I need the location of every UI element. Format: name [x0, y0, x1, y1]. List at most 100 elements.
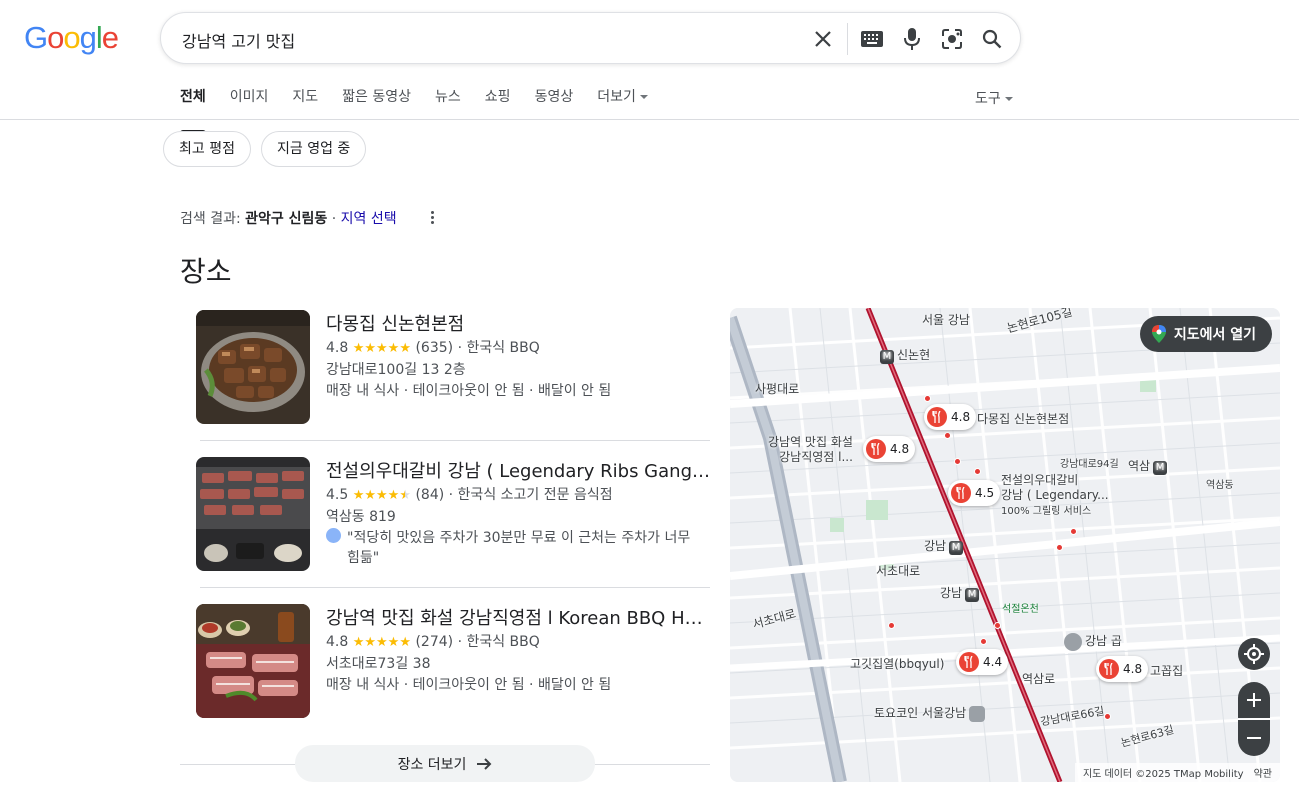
- map-pin-label[interactable]: 다몽집 신논현본점: [977, 410, 1069, 427]
- place-name[interactable]: 전설의우대갈비 강남 ( Legendary Ribs Gangnam ): [326, 457, 712, 483]
- star-rating-icon: ★★★★★: [352, 341, 411, 356]
- chip-open-now[interactable]: 지금 영업 중: [261, 131, 367, 167]
- map-dot[interactable]: [980, 638, 987, 645]
- place-rating: 4.5: [326, 487, 349, 503]
- place-review-snippet: "적당히 맛있음 주차가 30분만 무료 이 근처는 주차가 너무 힘듦": [326, 527, 690, 567]
- place-address: 역삼동 819: [326, 509, 396, 525]
- map-pin-label[interactable]: 고깃집열(bbqyul): [850, 655, 944, 672]
- microphone-icon[interactable]: [900, 27, 924, 51]
- map-view[interactable]: M 신논현 강남 M 강남 M 역삼 M 서울 강남 사평대로 논현로105길 강남대로…: [730, 308, 1280, 782]
- map-label-road: 사평대로: [755, 382, 800, 396]
- more-places-button[interactable]: 장소 더보기: [295, 745, 595, 782]
- search-input[interactable]: 강남역 고기 맛집: [182, 28, 295, 52]
- tab-shopping[interactable]: 쇼핑: [485, 88, 511, 120]
- logo-letter: o: [47, 20, 64, 55]
- map-dot[interactable]: [994, 622, 1001, 629]
- zoom-out-icon[interactable]: [1238, 720, 1270, 756]
- map-label-place[interactable]: 강남 곱: [1064, 632, 1122, 651]
- tab-short-videos[interactable]: 짧은 동영상: [342, 88, 411, 120]
- map-pin-sublabel: 100% 그릴링 서비스: [1001, 506, 1092, 517]
- map-dot[interactable]: [888, 622, 895, 629]
- google-logo[interactable]: Google: [24, 20, 119, 56]
- place-rating-line: 4.8 ★★★★★ (274) · 한국식 BBQ: [326, 631, 540, 651]
- zoom-in-icon[interactable]: [1238, 682, 1270, 718]
- tab-more[interactable]: 더보기: [597, 88, 648, 120]
- map-pin[interactable]: 4.8: [1096, 656, 1149, 682]
- place-rating-line: 4.5 ★★★★★ (84) · 한국식 소고기 전문 음식점: [326, 484, 613, 504]
- logo-letter: o: [63, 20, 80, 55]
- chevron-down-icon: [639, 95, 648, 99]
- places-heading: 장소: [180, 255, 232, 288]
- my-location-icon[interactable]: [1238, 638, 1270, 670]
- map-pin-label[interactable]: 강남역 맛집 화설 강남직영점 l...: [768, 435, 853, 465]
- map-pin[interactable]: 4.4: [956, 649, 1009, 675]
- map-dot[interactable]: [1056, 544, 1063, 551]
- header-divider: [0, 119, 1299, 120]
- map-dot[interactable]: [1104, 713, 1111, 720]
- map-dot[interactable]: [944, 432, 951, 439]
- map-pin[interactable]: 4.5: [948, 480, 1001, 506]
- keyboard-icon[interactable]: [860, 27, 884, 51]
- close-icon[interactable]: [811, 27, 835, 51]
- map-pin[interactable]: 4.8: [863, 436, 916, 462]
- reviewer-avatar-icon: [326, 528, 341, 543]
- place-name[interactable]: 강남역 맛집 화설 강남직영점 l Korean BBQ House: [326, 604, 712, 630]
- place-category: · 한국식 소고기 전문 음식점: [448, 487, 613, 503]
- place-card[interactable]: 다몽집 신논현본점 4.8 ★★★★★ (635) · 한국식 BBQ 강남대로…: [196, 310, 712, 430]
- tab-videos[interactable]: 동영상: [535, 88, 574, 120]
- map-pin-label[interactable]: 고꼽집: [1150, 662, 1183, 679]
- more-places-label: 장소 더보기: [397, 756, 467, 773]
- search-box[interactable]: 강남역 고기 맛집: [160, 12, 1021, 64]
- place-address: 서초대로73길 38: [326, 656, 431, 672]
- utensils-icon: [866, 439, 886, 459]
- utensils-icon: [1099, 659, 1119, 679]
- utensils-icon: [927, 407, 947, 427]
- hotel-icon: [969, 705, 986, 722]
- more-options-icon[interactable]: [426, 208, 438, 226]
- place-services: 매장 내 식사 · 테이크아웃이 안 됨 · 배달이 안 됨: [326, 383, 612, 399]
- tab-maps[interactable]: 지도: [292, 88, 318, 120]
- map-station-gangnam[interactable]: 강남 M: [924, 537, 964, 555]
- logo-letter: g: [79, 20, 97, 55]
- location-line: 검색 결과: 관악구 신림동 · 지역 선택: [180, 208, 397, 228]
- lens-icon[interactable]: [940, 27, 964, 51]
- map-attribution-text: 지도 데이터 ©2025 TMap Mobility: [1082, 769, 1244, 780]
- place-name[interactable]: 다몽집 신논현본점: [326, 310, 712, 336]
- map-background: [730, 308, 1280, 782]
- search-icon[interactable]: [980, 27, 1004, 51]
- map-pin[interactable]: 4.8: [924, 404, 977, 430]
- tab-images[interactable]: 이미지: [230, 88, 269, 120]
- logo-letter: G: [24, 20, 48, 55]
- map-dot[interactable]: [924, 395, 931, 402]
- map-pin-rating: 4.5: [975, 486, 995, 500]
- place-review-count: (635): [415, 340, 454, 356]
- chip-top-rated[interactable]: 최고 평점: [163, 131, 251, 167]
- tab-all[interactable]: 전체: [180, 88, 206, 133]
- tools-label: 도구: [975, 91, 1001, 107]
- place-photo: [196, 457, 310, 571]
- search-tabs: 전체 이미지 지도 짧은 동영상 뉴스 쇼핑 동영상 더보기: [180, 88, 648, 133]
- tab-news[interactable]: 뉴스: [435, 88, 461, 120]
- map-station-sinnonhyeon[interactable]: M 신논현: [880, 346, 930, 364]
- map-dot[interactable]: [954, 458, 961, 465]
- open-in-maps-label: 지도에서 열기: [1173, 327, 1256, 343]
- map-dot[interactable]: [974, 468, 981, 475]
- tools-button[interactable]: 도구: [975, 88, 1013, 108]
- open-in-maps-button[interactable]: 지도에서 열기: [1139, 316, 1272, 352]
- map-terms-link[interactable]: 약관: [1254, 769, 1272, 780]
- place-card[interactable]: 전설의우대갈비 강남 ( Legendary Ribs Gangnam ) 4.…: [196, 457, 712, 577]
- map-station-yeoksam[interactable]: 역삼 M: [1128, 457, 1168, 475]
- map-pin-label[interactable]: 전설의우대갈비 강남 ( Legendary...: [1001, 473, 1109, 503]
- review-quote-line-1: "적당히 맛있음 주차가 30분만 무료 이 근처는 주차가 너무: [347, 530, 691, 546]
- place-card[interactable]: 강남역 맛집 화설 강남직영점 l Korean BBQ House 4.8 ★…: [196, 604, 712, 724]
- review-quote: "적당히 맛있음 주차가 30분만 무료 이 근처는 주차가 너무 힘듦": [347, 527, 690, 567]
- map-label-hotel[interactable]: 토요코인 서울강남: [874, 704, 986, 722]
- place-divider: [200, 587, 710, 588]
- map-dot[interactable]: [1070, 528, 1077, 535]
- map-pin-rating: 4.4: [983, 655, 1003, 669]
- map-label-gangnam: 강남 M: [940, 584, 980, 602]
- place-category: · 한국식 BBQ: [457, 634, 540, 650]
- utensils-icon: [951, 483, 971, 503]
- change-location-link[interactable]: 지역 선택: [341, 211, 397, 227]
- map-label-seoul-gangnam: 서울 강남: [922, 313, 970, 327]
